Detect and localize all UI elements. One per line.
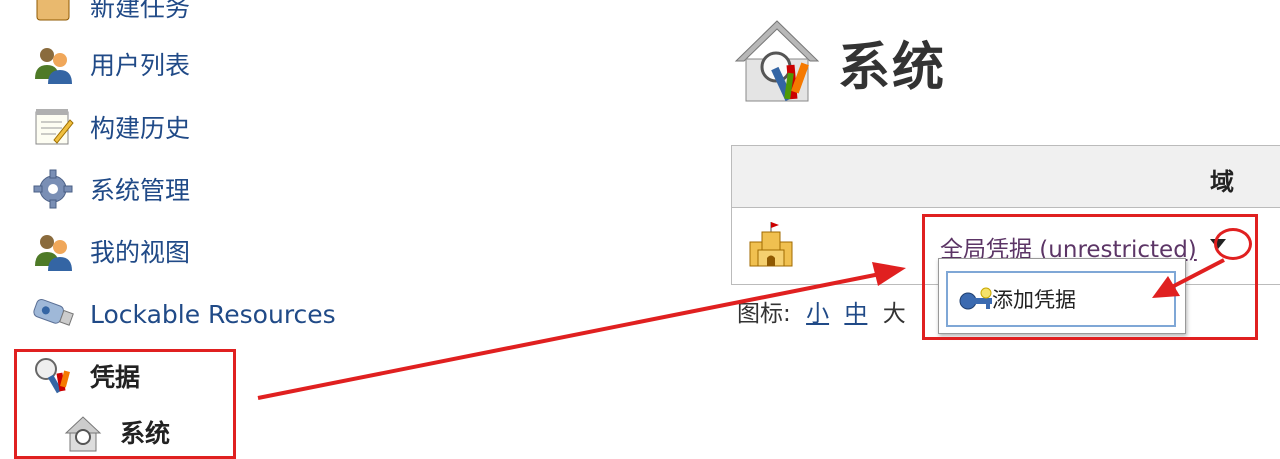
castle-icon xyxy=(746,220,796,274)
gear-icon xyxy=(30,166,76,212)
system-house-icon xyxy=(730,15,824,109)
notepad-icon xyxy=(30,104,76,150)
icon-size-label: 图标: xyxy=(737,301,791,327)
annotation-circle-toggle xyxy=(1214,228,1252,260)
users-icon xyxy=(30,41,76,87)
sidebar-item-label: 新建任务 xyxy=(90,0,191,22)
icon-size-medium-link[interactable]: 中 xyxy=(844,301,867,327)
page-title: 系统 xyxy=(838,37,947,98)
sidebar-item-system-admin[interactable]: 系统管理 xyxy=(30,165,190,213)
sidebar-item-my-views[interactable]: 我的视图 xyxy=(30,227,190,275)
users-icon xyxy=(30,228,76,274)
table-header: 域 xyxy=(732,146,1280,208)
page-header: 系统 xyxy=(730,15,946,109)
column-header-domain: 域 xyxy=(1210,168,1234,196)
sidebar-item-label: 用户列表 xyxy=(90,51,191,80)
sidebar-item-new-task[interactable]: 新建任务 xyxy=(30,0,190,30)
sidebar-item-label: 我的视图 xyxy=(90,238,191,267)
sidebar-item-lockable-resources[interactable]: Lockable Resources xyxy=(30,290,336,338)
annotation-box-dropdown xyxy=(922,214,1258,340)
sidebar-item-build-history[interactable]: 构建历史 xyxy=(30,103,190,151)
annotation-box-credentials xyxy=(14,349,236,459)
icon-size-small-link[interactable]: 小 xyxy=(806,301,829,327)
sidebar-item-users[interactable]: 用户列表 xyxy=(30,40,190,88)
icon-size-selector: 图标: 小 中 大 xyxy=(737,294,906,328)
sidebar-item-label: 构建历史 xyxy=(90,114,191,143)
sidebar-item-label: Lockable Resources xyxy=(90,299,336,329)
sidebar-item-label: 系统管理 xyxy=(90,176,191,205)
icon-size-large-current: 大 xyxy=(882,301,906,327)
usb-drive-icon xyxy=(30,291,76,337)
new-task-folder-icon xyxy=(30,0,76,29)
